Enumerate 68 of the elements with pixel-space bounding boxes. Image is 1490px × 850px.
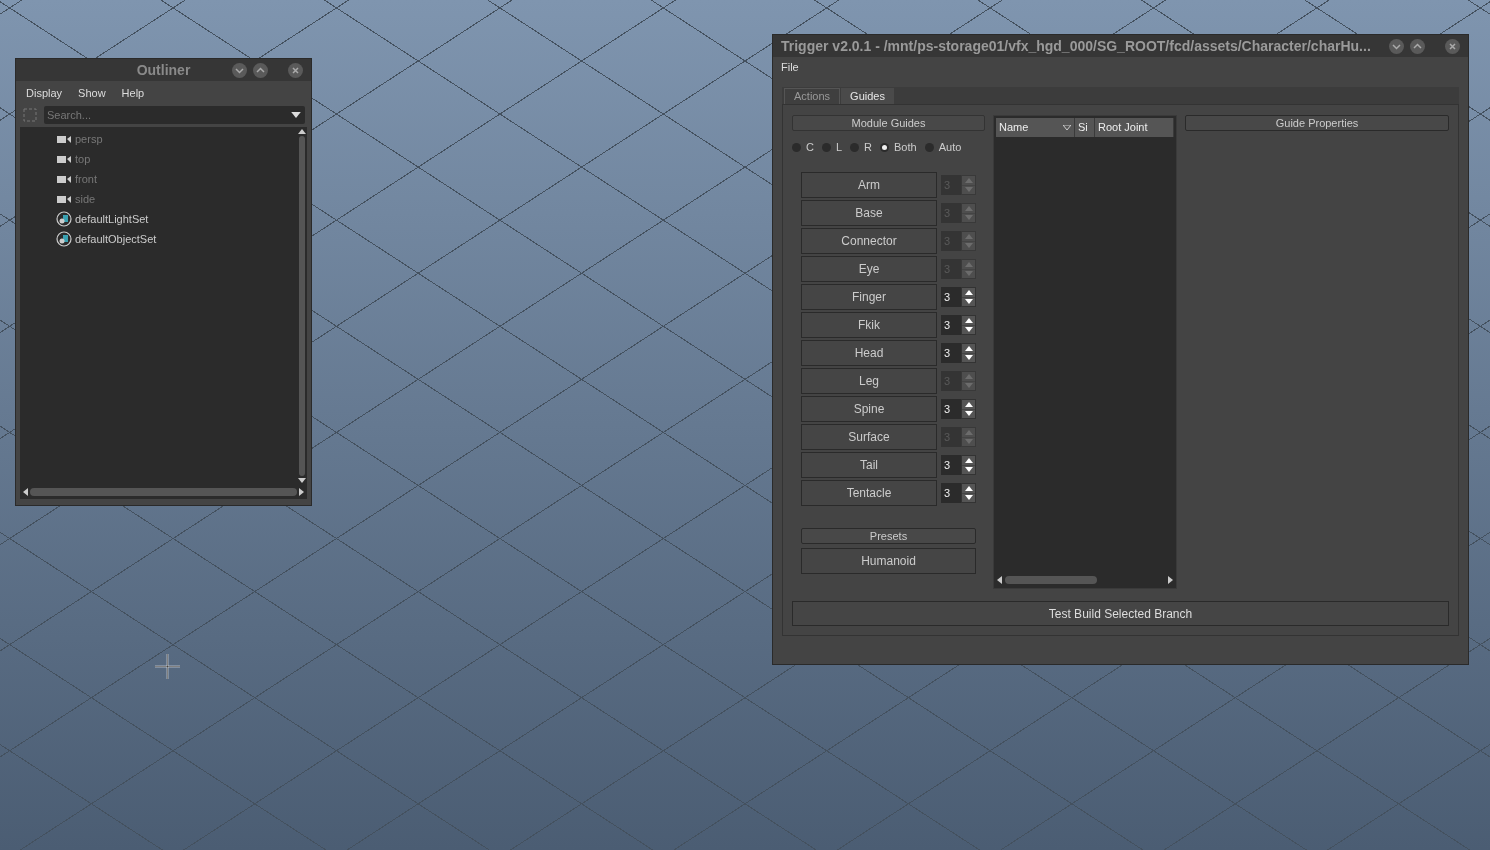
down-arrow-icon[interactable] bbox=[298, 478, 306, 483]
chevron-icon bbox=[256, 65, 265, 75]
down-arrow-icon[interactable] bbox=[964, 495, 973, 501]
close-icon bbox=[1448, 41, 1457, 51]
tab[interactable]: Guides bbox=[841, 88, 894, 104]
radio-button[interactable]: R bbox=[850, 138, 873, 156]
dropdown-arrow-icon[interactable] bbox=[291, 112, 301, 118]
left-arrow-icon[interactable] bbox=[23, 488, 28, 496]
down-arrow-icon[interactable] bbox=[964, 355, 973, 361]
module-button[interactable]: Fkik bbox=[801, 312, 937, 338]
horizontal-scrollbar[interactable] bbox=[20, 485, 307, 499]
chevron-icon bbox=[1392, 41, 1401, 51]
close-icon bbox=[291, 65, 300, 75]
left-arrow-icon[interactable] bbox=[997, 576, 1002, 584]
chevron-icon bbox=[235, 65, 244, 75]
module-button[interactable]: Tail bbox=[801, 452, 937, 478]
menu-item[interactable]: File bbox=[777, 58, 803, 76]
up-arrow-icon[interactable] bbox=[964, 289, 973, 295]
radio-button[interactable]: L bbox=[821, 138, 843, 156]
maximize-button[interactable] bbox=[1410, 38, 1425, 54]
down-arrow-icon[interactable] bbox=[964, 299, 973, 305]
sort-icon bbox=[1063, 125, 1071, 130]
menu-item[interactable]: Help bbox=[115, 84, 151, 102]
up-arrow-icon[interactable] bbox=[964, 401, 973, 407]
section-header: Module Guides bbox=[792, 115, 985, 131]
window-title: Outliner bbox=[136, 61, 191, 78]
set-icon bbox=[56, 231, 72, 247]
crosshair-icon bbox=[155, 654, 180, 679]
radio-button[interactable]: Auto bbox=[924, 138, 962, 156]
up-arrow-icon[interactable] bbox=[964, 457, 973, 463]
right-arrow-icon[interactable] bbox=[299, 488, 304, 496]
down-arrow-icon[interactable] bbox=[964, 411, 973, 417]
menu-item[interactable]: Show bbox=[72, 84, 112, 102]
radio-button[interactable]: Both bbox=[880, 138, 917, 156]
tree-view[interactable]: Name Si Root Joint bbox=[993, 115, 1177, 589]
close-button[interactable] bbox=[1445, 38, 1460, 54]
right-arrow-icon[interactable] bbox=[1168, 576, 1173, 584]
test-build-button[interactable]: Test Build Selected Branch bbox=[792, 601, 1449, 626]
menu-item[interactable]: Display bbox=[20, 84, 69, 102]
set-icon bbox=[56, 211, 72, 227]
chevron-icon bbox=[1413, 41, 1422, 51]
vertical-scrollbar[interactable] bbox=[297, 127, 307, 485]
maximize-button[interactable] bbox=[253, 62, 268, 78]
column-header[interactable]: Name bbox=[996, 118, 1075, 137]
radio-button[interactable]: C bbox=[792, 138, 814, 156]
column-header[interactable]: Si bbox=[1075, 118, 1095, 137]
window-title: Trigger v2.0.1 - /mnt/ps-storage01/vfx_hgd_000/SG_ROOT/fcd/assets/Character/charHu... bbox=[781, 36, 1371, 56]
module-button[interactable]: Tentacle bbox=[801, 480, 937, 506]
preset-button[interactable]: Humanoid bbox=[801, 548, 976, 574]
minimize-button[interactable] bbox=[232, 62, 247, 78]
close-button[interactable] bbox=[288, 62, 303, 78]
column-header[interactable]: Root Joint bbox=[1095, 118, 1174, 137]
section-header: Presets bbox=[801, 528, 976, 544]
section-header: Guide Properties bbox=[1185, 115, 1449, 131]
up-arrow-icon[interactable] bbox=[964, 345, 973, 351]
down-arrow-icon[interactable] bbox=[964, 467, 973, 473]
up-arrow-icon[interactable] bbox=[964, 317, 973, 323]
tab[interactable]: Actions bbox=[784, 88, 841, 104]
minimize-button[interactable] bbox=[1389, 38, 1404, 54]
module-button[interactable]: Head bbox=[801, 340, 937, 366]
module-button[interactable]: Finger bbox=[801, 284, 937, 310]
up-arrow-icon[interactable] bbox=[964, 485, 973, 491]
outliner-row[interactable]: defaultLightSet bbox=[20, 209, 297, 229]
up-arrow-icon[interactable] bbox=[298, 129, 306, 134]
module-button[interactable]: Spine bbox=[801, 396, 937, 422]
search-field[interactable]: Search... bbox=[44, 106, 305, 124]
down-arrow-icon[interactable] bbox=[964, 327, 973, 333]
outliner-row[interactable]: defaultObjectSet bbox=[20, 229, 297, 249]
